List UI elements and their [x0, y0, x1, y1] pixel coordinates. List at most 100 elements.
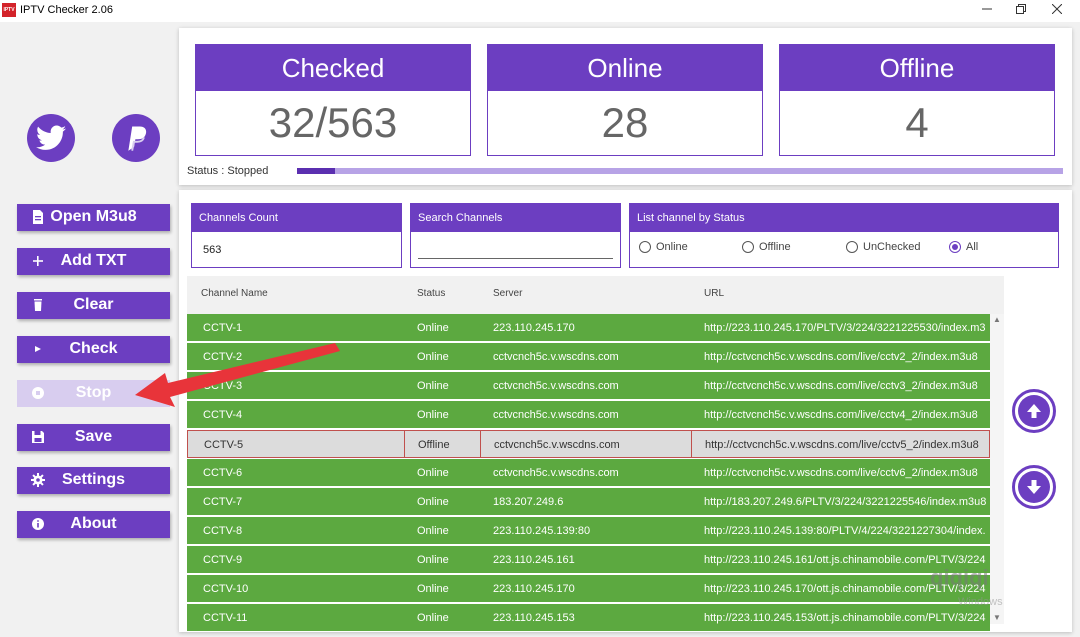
close-icon	[1051, 3, 1063, 15]
cell-status: Online	[417, 554, 449, 566]
table-row[interactable]: CCTV-5 Offline cctvcnch5c.v.wscdns.com http…	[187, 430, 990, 458]
cell-channel-name: CCTV-11	[203, 612, 248, 624]
cell-status: Online	[417, 322, 449, 334]
cell-divider	[480, 431, 481, 457]
watermark-sub: Windows	[958, 596, 1003, 608]
status-filter-box: List channel by Status Online Offline Un…	[629, 203, 1059, 268]
offline-value: 4	[905, 99, 929, 146]
about-label: About	[70, 515, 117, 532]
search-underline	[418, 258, 613, 259]
cell-url: http://223.110.245.170/PLTV/3/224/322122…	[704, 322, 986, 334]
open-m3u8-label: Open M3u8	[50, 208, 137, 225]
cell-channel-name: CCTV-10	[203, 583, 249, 595]
channels-count-box: Channels Count 563	[191, 203, 402, 268]
paypal-icon	[128, 126, 147, 151]
radio-all-label: All	[966, 241, 979, 253]
restore-button[interactable]	[1004, 0, 1038, 22]
app-logo-icon: IPTV	[2, 3, 16, 17]
cell-url: http://cctvcnch5c.v.wscdns.com/live/cctv…	[704, 380, 978, 392]
radio-online[interactable]: Online	[639, 241, 688, 253]
settings-label: Settings	[61, 471, 126, 488]
table-row[interactable]: CCTV-9 Online 223.110.245.161 http://223.11…	[187, 546, 990, 574]
channels-count-label: Channels Count	[192, 204, 401, 232]
progress-fill	[297, 168, 336, 174]
paypal-button[interactable]	[112, 114, 160, 162]
table-row[interactable]: CCTV-11 Online 223.110.245.153 http://223.1…	[187, 604, 990, 632]
arrow-up-icon	[1027, 404, 1041, 418]
status-filter-label: List channel by Status	[630, 204, 1058, 232]
cell-status: Online	[417, 351, 449, 363]
status-text: Status : Stopped	[187, 165, 269, 177]
table-header: Channel Name Status Server URL	[187, 276, 1004, 314]
about-button[interactable]: About	[17, 511, 170, 538]
settings-button[interactable]: Settings	[17, 467, 170, 494]
online-card: Online 28	[487, 44, 763, 156]
cell-url: http://cctvcnch5c.v.wscdns.com/live/cctv…	[704, 409, 978, 421]
add-txt-button[interactable]: Add TXT	[17, 248, 170, 275]
col-server[interactable]: Server	[493, 288, 522, 299]
cell-status: Online	[417, 380, 449, 392]
radio-all[interactable]: All	[949, 241, 978, 253]
minimize-button[interactable]	[970, 0, 1004, 22]
annotation-arrow-icon	[135, 343, 340, 407]
table-scrollbar[interactable]: ▲ ▼	[990, 314, 1004, 624]
cell-server: cctvcnch5c.v.wscdns.com	[493, 351, 619, 363]
radio-online-label: Online	[656, 241, 688, 253]
save-label: Save	[74, 428, 113, 445]
open-m3u8-button[interactable]: Open M3u8	[17, 204, 170, 231]
online-value: 28	[601, 99, 649, 146]
scroll-down-arrow[interactable]: ▼	[990, 612, 1004, 624]
twitter-button[interactable]	[27, 114, 75, 162]
radio-unchecked[interactable]: UnChecked	[846, 241, 920, 253]
channels-count-value: 563	[203, 244, 222, 256]
cell-url: http://cctvcnch5c.v.wscdns.com/live/cctv…	[704, 351, 978, 363]
title-bar: IPTV IPTV Checker 2.06	[0, 0, 1080, 22]
cell-channel-name: CCTV-9	[203, 554, 243, 566]
cell-url: http://cctvcnch5c.v.wscdns.com/live/cctv…	[704, 467, 978, 479]
cell-server: 223.110.245.153	[493, 612, 575, 624]
col-status[interactable]: Status	[417, 288, 445, 299]
radio-unchecked-label: UnChecked	[863, 241, 921, 253]
close-button[interactable]	[1040, 0, 1074, 22]
table-row[interactable]: CCTV-6 Online cctvcnch5c.v.wscdns.com http:…	[187, 459, 990, 487]
cell-url: http://cctvcnch5c.v.wscdns.com/live/cctv…	[705, 439, 979, 451]
col-channel-name[interactable]: Channel Name	[201, 288, 268, 299]
watermark: qiqiqi	[930, 565, 989, 590]
table-row[interactable]: CCTV-10 Online 223.110.245.170 http://223.1…	[187, 575, 990, 603]
radio-online-dot	[639, 241, 651, 253]
radio-unchecked-dot	[846, 241, 858, 253]
radio-offline[interactable]: Offline	[742, 241, 791, 253]
cell-server: 223.110.245.161	[493, 554, 575, 566]
add-txt-label: Add TXT	[60, 252, 127, 269]
cell-status: Online	[417, 612, 449, 624]
search-input[interactable]	[411, 232, 620, 256]
radio-offline-dot	[742, 241, 754, 253]
cell-divider	[691, 431, 692, 457]
cell-server: cctvcnch5c.v.wscdns.com	[493, 380, 619, 392]
restore-icon	[1016, 4, 1026, 14]
search-box: Search Channels	[410, 203, 621, 268]
col-url[interactable]: URL	[704, 288, 724, 299]
cell-server: cctvcnch5c.v.wscdns.com	[493, 409, 619, 421]
cell-server: 223.110.245.170	[493, 322, 575, 334]
save-button[interactable]: Save	[17, 424, 170, 451]
cell-server: 183.207.249.6	[493, 496, 564, 508]
scroll-down-button[interactable]	[1012, 465, 1056, 509]
cell-channel-name: CCTV-7	[203, 496, 243, 508]
cell-server: cctvcnch5c.v.wscdns.com	[494, 439, 620, 451]
search-label: Search Channels	[411, 204, 620, 232]
checked-value: 32/563	[268, 99, 398, 146]
cell-status: Online	[417, 496, 449, 508]
table-row[interactable]: CCTV-7 Online 183.207.249.6 http://183.207.…	[187, 488, 990, 516]
arrow-down-icon	[1027, 480, 1041, 494]
online-label: Online	[488, 45, 762, 91]
cell-url: http://223.110.245.139:80/PLTV/4/224/322…	[704, 525, 986, 537]
scroll-up-button[interactable]	[1012, 389, 1056, 433]
scroll-up-arrow[interactable]: ▲	[990, 314, 1004, 326]
cell-channel-name: CCTV-5	[204, 439, 244, 451]
offline-label: Offline	[780, 45, 1054, 91]
radio-offline-label: Offline	[759, 241, 791, 253]
clear-button[interactable]: Clear	[17, 292, 170, 319]
cell-server: 223.110.245.170	[493, 583, 575, 595]
table-row[interactable]: CCTV-8 Online 223.110.245.139:80 http://223…	[187, 517, 990, 545]
